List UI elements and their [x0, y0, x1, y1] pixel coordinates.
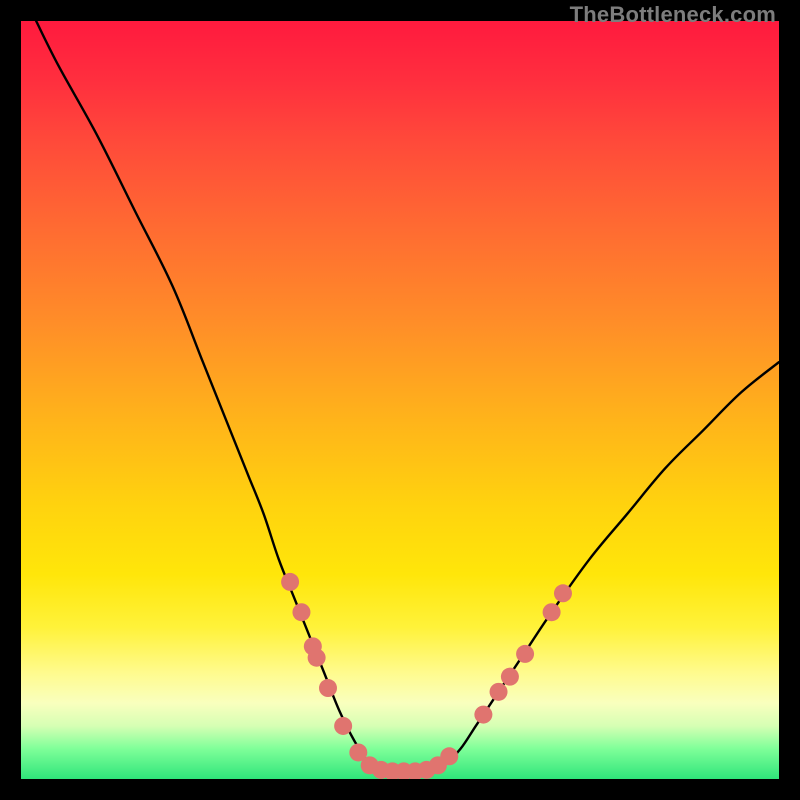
plot-area [21, 21, 779, 779]
curve-marker [543, 603, 561, 621]
watermark-text: TheBottleneck.com [570, 2, 776, 28]
bottleneck-curve [36, 21, 779, 772]
curve-marker [501, 668, 519, 686]
curve-marker [516, 645, 534, 663]
curve-marker [554, 584, 572, 602]
curve-marker [334, 717, 352, 735]
chart-stage: TheBottleneck.com [0, 0, 800, 800]
curve-marker [308, 649, 326, 667]
curve-marker [490, 683, 508, 701]
curve-marker [474, 706, 492, 724]
chart-svg [21, 21, 779, 779]
curve-marker [292, 603, 310, 621]
curve-marker [440, 747, 458, 765]
curve-marker [319, 679, 337, 697]
curve-marker [281, 573, 299, 591]
